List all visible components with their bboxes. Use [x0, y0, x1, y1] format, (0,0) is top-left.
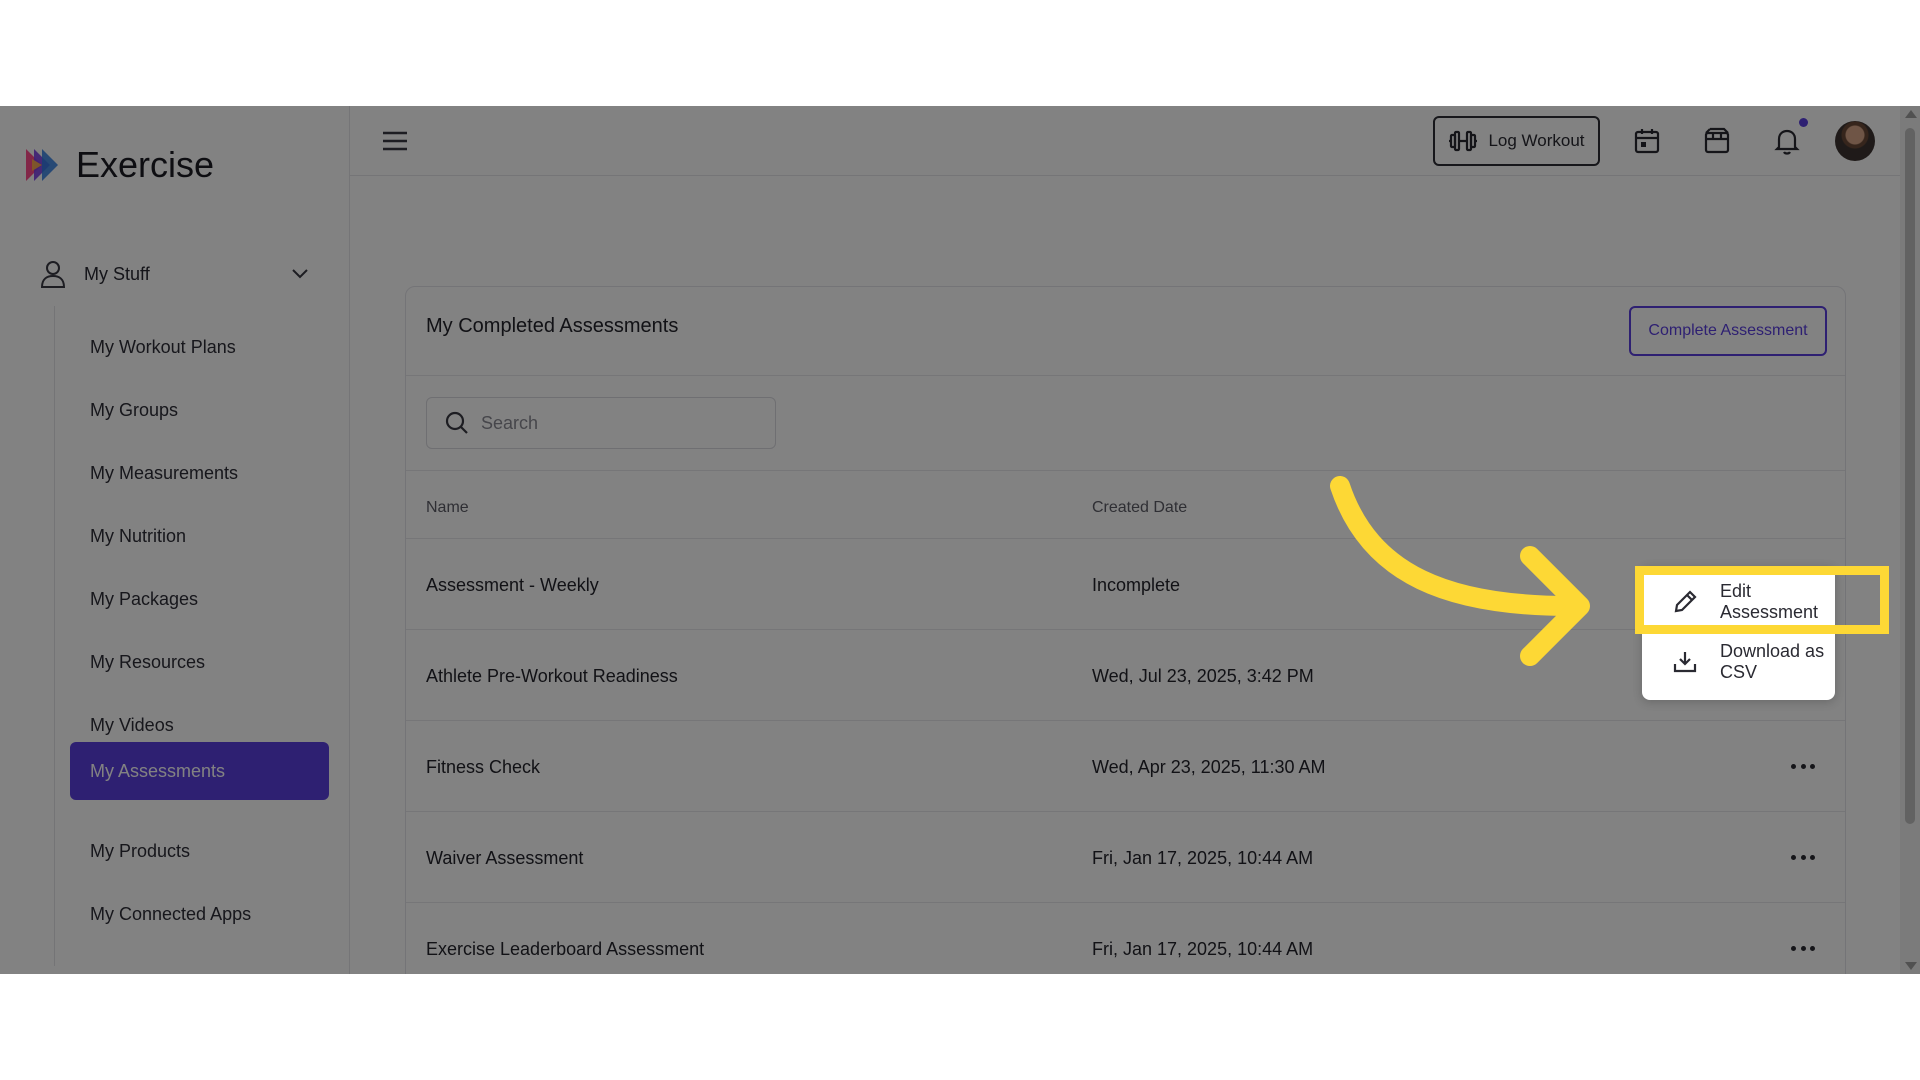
user-avatar[interactable]: [1835, 121, 1875, 161]
scroll-down-arrow-icon[interactable]: [1905, 962, 1917, 970]
row-name: Assessment - Weekly: [426, 575, 599, 595]
divider: [406, 470, 1845, 471]
sidebar-item-label: My Videos: [90, 714, 174, 735]
sidebar-item-label: My Nutrition: [90, 525, 187, 546]
row-name: Exercise Leaderboard Assessment: [426, 939, 705, 959]
dumbbell-icon: [1449, 130, 1478, 152]
menu-item-label: Download as CSV: [1720, 641, 1825, 682]
bell-icon[interactable]: [1773, 127, 1801, 155]
sidebar-item-my-connected-apps[interactable]: My Connected Apps: [70, 885, 329, 943]
logo-mark-icon: [26, 149, 58, 181]
app-window: Exercise My Stuff My Workout Plans My Gr…: [0, 106, 1920, 974]
table-row[interactable]: Waiver Assessment Fri, Jan 17, 2025, 10:…: [406, 811, 1845, 902]
download-icon: [1673, 652, 1697, 673]
more-options-icon[interactable]: [1786, 935, 1820, 961]
sidebar-item-label: My Connected Apps: [90, 903, 252, 924]
sidebar-item-label: My Assessments: [90, 760, 226, 781]
table-row[interactable]: Exercise Leaderboard Assessment Fri, Jan…: [406, 902, 1845, 974]
pencil-icon: [1674, 590, 1697, 613]
more-options-icon[interactable]: [1786, 753, 1820, 779]
nav-tree-line: [54, 306, 55, 966]
page-scrollbar[interactable]: [1900, 106, 1920, 974]
row-created-date: Wed, Apr 23, 2025, 11:30 AM: [1092, 757, 1326, 777]
column-header-name[interactable]: Name: [426, 499, 469, 517]
sidebar-item-my-nutrition[interactable]: My Nutrition: [70, 507, 329, 565]
package-icon[interactable]: [1703, 127, 1731, 155]
scroll-thumb[interactable]: [1905, 128, 1915, 824]
row-actions-dropdown: Edit Assessment Download as CSV: [1642, 566, 1835, 700]
sidebar-section-label: My Stuff: [84, 263, 150, 284]
sidebar-item-my-assessments[interactable]: My Assessments: [70, 742, 329, 800]
row-name: Waiver Assessment: [426, 848, 584, 868]
hamburger-menu-icon[interactable]: [380, 128, 410, 154]
row-created-date: Incomplete: [1092, 575, 1181, 595]
row-created-date: Fri, Jan 17, 2025, 10:44 AM: [1092, 848, 1314, 868]
sidebar-item-my-workout-plans[interactable]: My Workout Plans: [70, 318, 329, 376]
calendar-icon[interactable]: [1633, 127, 1661, 155]
edit-assessment-menu-item[interactable]: Edit Assessment: [1642, 572, 1835, 632]
log-workout-label: Log Workout: [1488, 131, 1585, 150]
complete-assessment-button[interactable]: Complete Assessment: [1629, 306, 1827, 356]
table-row[interactable]: Assessment - Weekly Incomplete: [406, 538, 1845, 629]
card-title: My Completed Assessments: [426, 315, 679, 337]
sidebar-item-my-resources[interactable]: My Resources: [70, 633, 329, 691]
top-header: Log Workout: [350, 106, 1900, 176]
sidebar-item-label: My Groups: [90, 399, 179, 420]
search-placeholder: Search: [481, 412, 539, 433]
sidebar-section-my-stuff[interactable]: My Stuff: [40, 252, 308, 296]
table-row[interactable]: Fitness Check Wed, Apr 23, 2025, 11:30 A…: [406, 720, 1845, 811]
menu-item-label: Edit Assessment: [1720, 581, 1819, 622]
chevron-down-icon[interactable]: [292, 269, 308, 279]
sidebar-item-my-products[interactable]: My Products: [70, 822, 329, 880]
logo[interactable]: Exercise: [24, 144, 214, 186]
sidebar-item-my-packages[interactable]: My Packages: [70, 570, 329, 628]
download-csv-menu-item[interactable]: Download as CSV: [1642, 632, 1835, 692]
row-created-date: Fri, Jan 17, 2025, 10:44 AM: [1092, 939, 1314, 959]
column-header-created-date[interactable]: Created Date: [1092, 499, 1187, 517]
sidebar-item-label: My Workout Plans: [90, 336, 236, 357]
divider: [406, 375, 1845, 376]
row-created-date: Wed, Jul 23, 2025, 3:42 PM: [1092, 666, 1314, 686]
search-icon: [445, 411, 468, 434]
row-name: Fitness Check: [426, 757, 541, 777]
assessments-card: My Completed Assessments Complete Assess…: [405, 286, 1846, 974]
scroll-up-arrow-icon[interactable]: [1905, 110, 1917, 118]
sidebar: Exercise My Stuff My Workout Plans My Gr…: [0, 106, 350, 974]
more-options-icon[interactable]: [1786, 844, 1820, 870]
sidebar-item-label: My Resources: [90, 651, 206, 672]
sidebar-item-my-groups[interactable]: My Groups: [70, 381, 329, 439]
app-name: Exercise: [76, 144, 215, 185]
log-workout-button[interactable]: Log Workout: [1433, 116, 1600, 166]
search-input[interactable]: Search: [426, 397, 776, 449]
user-icon: [40, 261, 66, 288]
table-row[interactable]: Athlete Pre-Workout Readiness Wed, Jul 2…: [406, 629, 1845, 720]
row-name: Athlete Pre-Workout Readiness: [426, 666, 678, 686]
sidebar-item-label: My Packages: [90, 588, 199, 609]
notification-dot: [1799, 118, 1808, 127]
sidebar-item-my-measurements[interactable]: My Measurements: [70, 444, 329, 502]
sidebar-item-label: My Measurements: [90, 462, 239, 483]
sidebar-item-label: My Products: [90, 840, 191, 861]
